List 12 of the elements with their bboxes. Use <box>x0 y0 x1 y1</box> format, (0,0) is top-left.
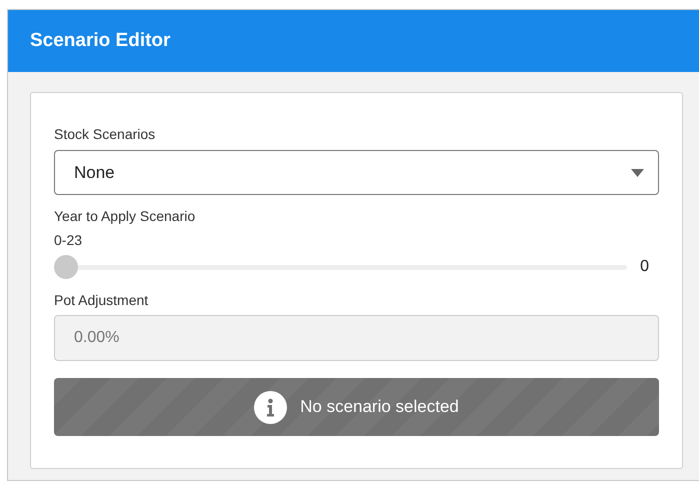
caret-icon <box>631 168 644 176</box>
scenario-dropdown[interactable]: None <box>54 150 659 195</box>
range-label: 0-23 <box>54 231 84 249</box>
field-label: Stock Scenarios <box>54 125 156 143</box>
panel-title: Scenario Editor <box>30 28 170 53</box>
slider-thumb[interactable] <box>54 255 78 279</box>
notice-text: No scenario selected <box>300 396 459 418</box>
field-label: Year to Apply Scenario <box>54 207 196 225</box>
info-icon <box>254 390 288 424</box>
year-slider[interactable] <box>54 255 628 279</box>
field-label: Pot Adjustment <box>54 291 150 309</box>
slider-value: 0 <box>640 257 649 277</box>
